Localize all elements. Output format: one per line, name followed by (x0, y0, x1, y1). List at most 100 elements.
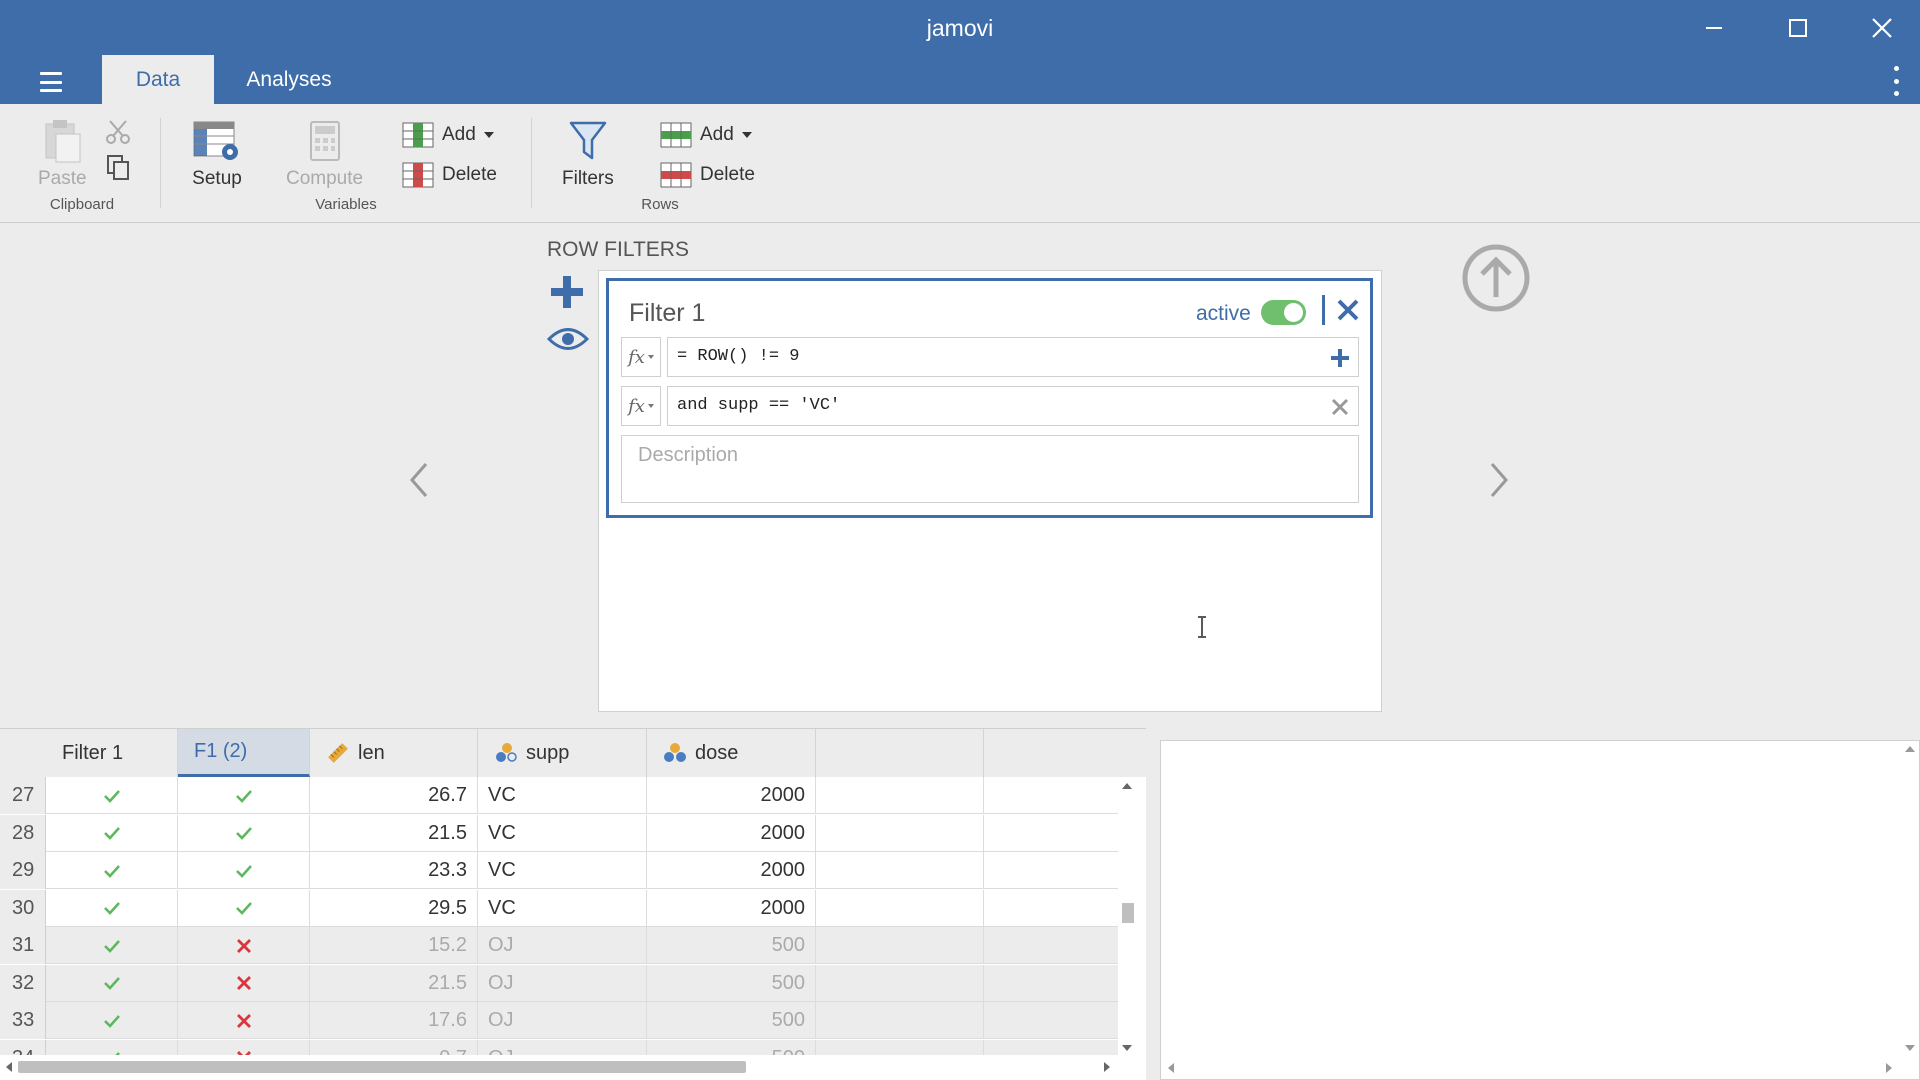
results-pane[interactable] (1160, 740, 1920, 1080)
len-cell[interactable]: 21.5 (310, 814, 478, 852)
dose-cell[interactable]: 2000 (647, 777, 816, 814)
len-cell[interactable]: 21.5 (310, 964, 478, 1002)
filter-cell[interactable] (46, 927, 178, 964)
active-toggle[interactable] (1261, 300, 1306, 325)
hamburger-icon-bar (40, 80, 62, 84)
table-row[interactable]: 30 29.5 VC 2000 (0, 889, 1118, 927)
len-cell[interactable]: 26.7 (310, 777, 478, 814)
check-icon (103, 1014, 120, 1028)
ribbon-separator (531, 118, 532, 208)
filter-cell[interactable] (46, 852, 178, 889)
delete-variable-button[interactable]: Delete (402, 162, 497, 188)
empty-cell[interactable] (816, 1002, 984, 1039)
add-row-button[interactable]: Add (660, 122, 752, 148)
next-filter-button[interactable] (1484, 460, 1514, 500)
len-cell[interactable]: 23.3 (310, 852, 478, 889)
column-header-supp[interactable]: supp (478, 729, 647, 777)
filter-cell[interactable] (178, 1002, 310, 1039)
table-row[interactable]: 28 21.5 VC 2000 (0, 814, 1118, 852)
column-header-empty[interactable] (816, 729, 984, 777)
column-header-dose[interactable]: dose (647, 729, 816, 777)
empty-cell[interactable] (816, 852, 984, 889)
dose-cell[interactable]: 2000 (647, 814, 816, 852)
add-condition-button[interactable] (1328, 346, 1352, 370)
minimize-button[interactable] (1684, 8, 1744, 48)
table-row[interactable]: 33 17.6 OJ 500 (0, 1002, 1118, 1039)
filter-cell[interactable] (178, 777, 310, 814)
formula-input[interactable]: and supp == 'VC' (667, 386, 1359, 426)
column-header-filter-1[interactable]: Filter 1 (46, 729, 178, 777)
formula-input[interactable]: = ROW() != 9 (667, 337, 1359, 377)
maximize-button[interactable] (1768, 8, 1828, 48)
main-menu-button[interactable] (30, 66, 72, 98)
filters-button[interactable]: Filters (562, 118, 614, 190)
supp-cell[interactable]: OJ (478, 927, 647, 964)
filter-cell[interactable] (46, 1002, 178, 1039)
description-field[interactable]: Description (621, 435, 1359, 503)
column-header-f1-2[interactable]: F1 (2) (178, 729, 310, 777)
delete-row-label: Delete (700, 164, 755, 185)
more-options-button[interactable] (1888, 66, 1904, 96)
horizontal-scrollbar[interactable] (0, 1055, 1136, 1077)
horizontal-scrollbar-thumb[interactable] (18, 1061, 746, 1073)
filter-cell[interactable] (178, 889, 310, 927)
table-row[interactable]: 29 23.3 VC 2000 (0, 852, 1118, 889)
filter-cell[interactable] (178, 852, 310, 889)
filter-cell[interactable] (46, 814, 178, 852)
table-row[interactable]: 32 21.5 OJ 500 (0, 964, 1118, 1002)
copy-icon (107, 155, 129, 180)
tab-data[interactable]: Data (102, 55, 214, 104)
len-cell[interactable]: 17.6 (310, 1002, 478, 1039)
dose-cell[interactable]: 2000 (647, 889, 816, 927)
plus-icon (1331, 349, 1349, 367)
supp-cell[interactable]: OJ (478, 1002, 647, 1039)
remove-condition-button[interactable] (1328, 395, 1352, 419)
paste-button[interactable]: Paste (38, 118, 87, 190)
dose-cell[interactable]: 500 (647, 1002, 816, 1039)
setup-button[interactable]: Setup (192, 118, 242, 190)
function-picker-button[interactable]: fx (621, 337, 661, 377)
empty-cell[interactable] (816, 964, 984, 1002)
filter-cell[interactable] (46, 777, 178, 814)
vertical-scrollbar-thumb[interactable] (1122, 903, 1134, 923)
add-variable-button[interactable]: Add (402, 122, 494, 148)
supp-cell[interactable]: VC (478, 889, 647, 927)
vertical-scrollbar[interactable] (1118, 777, 1136, 1055)
compute-button[interactable]: Compute (286, 118, 363, 190)
function-picker-button[interactable]: fx (621, 386, 661, 426)
setup-icon (193, 121, 238, 160)
delete-row-button[interactable]: Delete (660, 162, 755, 188)
tab-analyses[interactable]: Analyses (224, 55, 354, 104)
dose-cell[interactable]: 500 (647, 964, 816, 1002)
column-header-len[interactable]: len (310, 729, 478, 777)
table-row[interactable]: 27 26.7 VC 2000 (0, 777, 1118, 814)
show-filtered-toggle[interactable] (546, 324, 590, 354)
table-row[interactable]: 31 15.2 OJ 500 (0, 927, 1118, 964)
len-cell[interactable]: 29.5 (310, 889, 478, 927)
empty-cell[interactable] (816, 889, 984, 927)
len-cell[interactable]: 15.2 (310, 927, 478, 964)
empty-cell[interactable] (816, 777, 984, 814)
filter-cell[interactable] (178, 927, 310, 964)
filter-cell[interactable] (46, 889, 178, 927)
add-filter-button[interactable] (549, 274, 585, 310)
filter-cell[interactable] (178, 964, 310, 1002)
collapse-filters-button[interactable] (1460, 242, 1532, 314)
kebab-icon-dot (1893, 66, 1899, 71)
supp-cell[interactable]: VC (478, 852, 647, 889)
dose-cell[interactable]: 500 (647, 927, 816, 964)
empty-cell[interactable] (816, 814, 984, 852)
previous-filter-button[interactable] (404, 460, 434, 500)
empty-cell[interactable] (816, 927, 984, 964)
supp-cell[interactable]: VC (478, 814, 647, 852)
copy-button[interactable] (106, 154, 132, 182)
remove-filter-button[interactable] (1331, 293, 1365, 327)
supp-cell[interactable]: OJ (478, 964, 647, 1002)
cut-button[interactable] (104, 118, 132, 146)
dose-cell[interactable]: 2000 (647, 852, 816, 889)
filter-cell[interactable] (46, 964, 178, 1002)
paste-label: Paste (38, 168, 87, 189)
filter-cell[interactable] (178, 814, 310, 852)
supp-cell[interactable]: VC (478, 777, 647, 814)
close-window-button[interactable] (1852, 8, 1912, 48)
